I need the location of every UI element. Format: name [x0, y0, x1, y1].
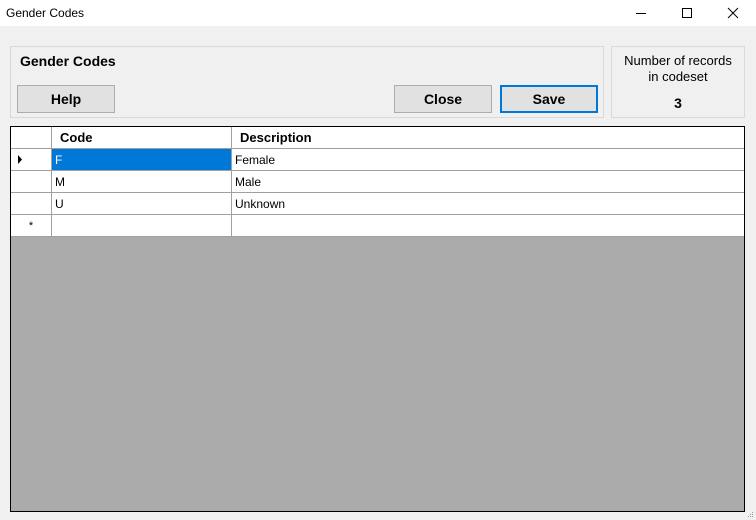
- new-row[interactable]: *: [11, 215, 744, 237]
- grid-header-row: Code Description: [11, 127, 744, 149]
- row-header-corner[interactable]: [11, 127, 52, 149]
- table-row[interactable]: M Male: [11, 171, 744, 193]
- close-button[interactable]: Close: [394, 85, 492, 113]
- new-row-marker-icon: *: [11, 215, 52, 237]
- code-cell[interactable]: F: [52, 149, 232, 171]
- header-panel: Gender Codes Help Close Save: [10, 46, 604, 118]
- column-header-description[interactable]: Description: [232, 127, 744, 149]
- new-code-cell[interactable]: [52, 215, 232, 237]
- current-row-arrow-icon: [18, 155, 22, 164]
- column-header-code[interactable]: Code: [52, 127, 232, 149]
- description-cell[interactable]: Male: [232, 171, 744, 193]
- code-cell[interactable]: U: [52, 193, 232, 215]
- title-bar: Gender Codes: [0, 0, 756, 26]
- panel-title: Gender Codes: [20, 53, 116, 69]
- save-button[interactable]: Save: [500, 85, 598, 113]
- description-cell[interactable]: Female: [232, 149, 744, 171]
- record-count-label-line1: Number of records: [624, 53, 732, 68]
- window-close-button[interactable]: [710, 0, 756, 26]
- record-count-value: 3: [674, 95, 682, 111]
- row-header[interactable]: [11, 171, 52, 193]
- record-count-label: Number of records in codeset: [612, 53, 744, 85]
- resize-grip-icon[interactable]: [746, 510, 754, 518]
- table-row[interactable]: F Female: [11, 149, 744, 171]
- record-count-panel: Number of records in codeset 3: [611, 46, 745, 118]
- description-cell[interactable]: Unknown: [232, 193, 744, 215]
- new-description-cell[interactable]: [232, 215, 744, 237]
- window-title: Gender Codes: [6, 6, 85, 20]
- row-header[interactable]: [11, 193, 52, 215]
- maximize-icon: [682, 8, 692, 18]
- codes-grid[interactable]: Code Description F Female M Male U Unkno…: [10, 126, 745, 512]
- help-button[interactable]: Help: [17, 85, 115, 113]
- code-cell[interactable]: M: [52, 171, 232, 193]
- minimize-button[interactable]: [618, 0, 664, 26]
- table-row[interactable]: U Unknown: [11, 193, 744, 215]
- minimize-icon: [636, 13, 646, 14]
- record-count-label-line2: in codeset: [648, 69, 708, 84]
- maximize-button[interactable]: [664, 0, 710, 26]
- close-icon: [727, 7, 739, 19]
- row-header[interactable]: [11, 149, 52, 171]
